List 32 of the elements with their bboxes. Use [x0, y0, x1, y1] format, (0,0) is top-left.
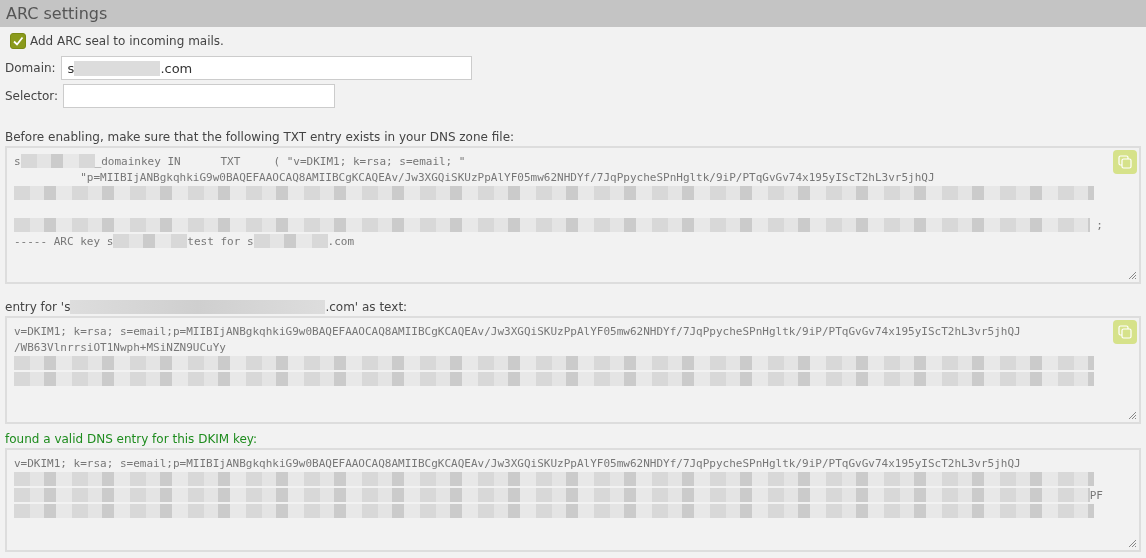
- checkbox-label: Add ARC seal to incoming mails.: [30, 34, 224, 48]
- validation-message: found a valid DNS entry for this DKIM key:: [5, 432, 259, 446]
- selector-field[interactable]: [63, 84, 336, 108]
- code-text: "p=MIIBIjANBgkqhkiG9w0BAQEFAAOCAQ8AMIIBCgKCAQEAv/Jw3XGQiSKUzPpAlYF05mw62NHDYf/7JqPpycheSPnHgltk/9iP/PTqGvGv74x195yIScT2hL3vr5jhQJ: [79, 170, 935, 184]
- entry-label-text: entry for 's: [5, 300, 71, 314]
- domain-label: Domain:: [5, 61, 56, 75]
- code-text: s: [14, 154, 21, 168]
- selector-label: Selector:: [5, 89, 59, 103]
- resize-grip-icon[interactable]: [1127, 410, 1137, 420]
- domain-text: .com: [160, 60, 193, 76]
- code-text: /WB63VlnrrsiOT1Nwph+MSiNZN9UCuYy: [14, 340, 226, 354]
- code-text: test for s: [187, 234, 254, 248]
- instruction-text: Before enabling, make sure that the following TXT entry exists in your DNS zone file:: [5, 130, 516, 144]
- domain-field[interactable]: s .com: [60, 56, 472, 80]
- code-text: ----- ARC key s: [14, 234, 114, 248]
- seal-checkbox[interactable]: [10, 33, 26, 49]
- code-text: v=DKIM1; k=rsa; s=email;p=MIIBIjANBgkqhkiG9w0BAQEFAAOCAQ8AMIIBCgKCAQEAv/Jw3XGQiSKUzPpAlYF05mw62NHDYf/7JqPpycheSPnHgltk/9iP/PTqGvGv74x195yIScT2hL3vr5jhQJ: [14, 456, 1021, 470]
- code-text: .com: [327, 234, 355, 248]
- section-title: ARC settings: [6, 4, 108, 23]
- copy-icon: [1118, 325, 1132, 339]
- code-text: _domainkey IN TXT ( "v=DKIM1; k=rsa; s=email; ": [94, 154, 466, 168]
- code-text: ;: [1095, 218, 1103, 232]
- resize-grip-icon[interactable]: [1127, 270, 1137, 280]
- entry-textarea[interactable]: [5, 146, 1141, 284]
- entry-textarea[interactable]: v=DKIM1; k=rsa; s=email;p=MIIBIjANBgkqhkiG9w0BAQEFAAOCAQ8AMIIBCgKCAQEAv/Jw3XGQiSKUzPpAlYF05mw62NHDYf/7JqPpycheSPnHgltk/9iP/PTqGvGv74x195yIScT2hL3vr5jhQJ /WB63VlnrrsiOT1Nwph+MSiNZN9UCuYy: [5, 316, 1141, 424]
- entry-label-text: .com' as text:: [325, 300, 408, 314]
- code-text: v=DKIM1; k=rsa; s=email;p=MIIBIjANBgkqhkiG9w0BAQEFAAOCAQ8AMIIBCgKCAQEAv/Jw3XGQiSKUzPpAlYF05mw62NHDYf/7JqPpycheSPnHgltk/9iP/PTqGvGv74x195yIScT2hL3vr5jhQJ: [14, 324, 1021, 338]
- entry-textarea[interactable]: v=DKIM1; k=rsa; s=email;p=MIIBIjANBgkqhkiG9w0BAQEFAAOCAQ8AMIIBCgKCAQEAv/Jw3XGQiSKUzPpAlYF05mw62NHDYf/7JqPpycheSPnHgltk/9iP/PTqGvGv74x195yIScT2hL3vr5jhQJ PF: [5, 448, 1141, 552]
- copy-icon: [1118, 155, 1132, 169]
- code-text: PF: [1089, 488, 1103, 502]
- domain-text: s: [67, 60, 75, 76]
- resize-grip-icon[interactable]: [1127, 538, 1137, 548]
